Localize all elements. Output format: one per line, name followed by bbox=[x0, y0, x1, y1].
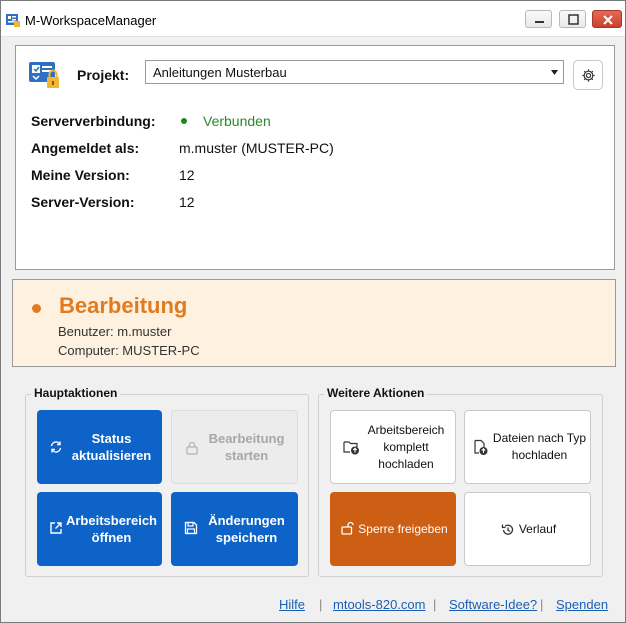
logged-in-value: m.muster (MUSTER-PC) bbox=[179, 140, 334, 156]
maximize-button[interactable] bbox=[559, 10, 586, 28]
site-link-wrap: mtools-820.com bbox=[333, 597, 425, 612]
upload-workspace-label-3: hochladen bbox=[378, 456, 434, 471]
open-workspace-label-1: Arbeitsbereich bbox=[65, 513, 158, 528]
maximize-icon bbox=[568, 14, 579, 25]
main-actions-title: Hauptaktionen bbox=[31, 386, 121, 400]
help-link[interactable]: Hilfe bbox=[279, 597, 305, 612]
logged-in-label: Angemeldet als: bbox=[31, 140, 140, 156]
donate-link[interactable]: Spenden bbox=[556, 597, 608, 612]
my-version-label: Meine Version: bbox=[31, 167, 130, 183]
edit-status-panel: Bearbeitung Benutzer: m.muster Computer:… bbox=[12, 279, 616, 367]
window-title: M-WorkspaceManager bbox=[25, 13, 157, 28]
footer-separator: | bbox=[540, 597, 544, 612]
idea-link-wrap: Software-Idee? bbox=[449, 597, 537, 612]
connection-status-value: Verbunden bbox=[203, 113, 271, 129]
edit-status-title: Bearbeitung bbox=[59, 293, 188, 318]
software-idea-link[interactable]: Software-Idee? bbox=[449, 597, 537, 612]
save-changes-label-1: Änderungen bbox=[208, 513, 285, 528]
chevron-down-icon bbox=[551, 70, 558, 75]
help-link-wrap: Hilfe bbox=[279, 597, 305, 612]
upload-workspace-label-1: Arbeitsbereich bbox=[367, 422, 445, 437]
upload-workspace-label-2: komplett bbox=[383, 439, 429, 454]
open-workspace-button[interactable]: Arbeitsbereich öffnen bbox=[37, 492, 162, 566]
start-editing-label-2: starten bbox=[224, 448, 269, 463]
folder-upload-icon bbox=[343, 441, 359, 455]
unlock-icon bbox=[341, 521, 354, 535]
connection-status-dot bbox=[181, 118, 187, 124]
upload-workspace-button[interactable]: Arbeitsbereich komplett hochladen bbox=[330, 410, 456, 484]
server-version-value: 12 bbox=[179, 194, 195, 210]
release-lock-button[interactable]: Sperre freigeben bbox=[330, 492, 456, 566]
project-label: Projekt: bbox=[77, 67, 130, 83]
close-icon bbox=[603, 15, 613, 25]
footer-separator: | bbox=[319, 597, 323, 612]
refresh-status-label-1: Status bbox=[91, 431, 132, 446]
server-connection-label: Serververbindung: bbox=[31, 113, 156, 129]
my-version-value: 12 bbox=[179, 167, 195, 183]
history-button[interactable]: Verlauf bbox=[464, 492, 591, 566]
edit-user: Benutzer: m.muster bbox=[58, 324, 172, 339]
file-upload-icon bbox=[474, 439, 488, 455]
website-link[interactable]: mtools-820.com bbox=[333, 597, 425, 612]
project-select-value: Anleitungen Musterbau bbox=[153, 65, 287, 80]
refresh-icon bbox=[50, 441, 62, 453]
project-select[interactable]: Anleitungen Musterbau bbox=[145, 60, 564, 84]
workspace-lock-icon bbox=[29, 62, 59, 88]
history-label: Verlauf bbox=[518, 521, 557, 536]
project-info-panel: Projekt: Anleitungen Musterbau Serverver… bbox=[15, 45, 615, 270]
close-button[interactable] bbox=[592, 10, 622, 28]
start-editing-label-1: Bearbeitung bbox=[208, 431, 285, 446]
save-icon bbox=[184, 521, 198, 535]
save-changes-button[interactable]: Änderungen speichern bbox=[171, 492, 298, 566]
edit-computer: Computer: MUSTER-PC bbox=[58, 343, 200, 358]
footer-separator: | bbox=[433, 597, 437, 612]
start-editing-button[interactable]: Bearbeitung starten bbox=[171, 410, 298, 484]
refresh-status-button[interactable]: Status aktualisieren bbox=[37, 410, 162, 484]
title-bar: M-WorkspaceManager bbox=[1, 1, 625, 37]
app-icon bbox=[6, 14, 20, 27]
server-version-label: Server-Version: bbox=[31, 194, 135, 210]
minimize-icon bbox=[535, 21, 544, 23]
more-actions-title: Weitere Aktionen bbox=[324, 386, 428, 400]
refresh-status-label-2: aktualisieren bbox=[71, 448, 152, 463]
lock-icon bbox=[186, 441, 198, 455]
release-lock-label: Sperre freigeben bbox=[358, 521, 448, 536]
open-workspace-label-2: öffnen bbox=[91, 530, 132, 545]
donate-link-wrap: Spenden bbox=[556, 597, 608, 612]
upload-by-type-label-1: Dateien nach Typ bbox=[492, 431, 587, 445]
history-icon bbox=[501, 524, 514, 535]
app-window: M-WorkspaceManager Projekt: Anleitungen … bbox=[0, 0, 626, 623]
save-changes-label-2: speichern bbox=[215, 530, 278, 545]
upload-by-type-label-2: hochladen bbox=[511, 448, 568, 462]
settings-button[interactable] bbox=[573, 60, 603, 90]
open-external-icon bbox=[50, 522, 62, 534]
gear-icon bbox=[582, 69, 595, 82]
minimize-button[interactable] bbox=[525, 10, 552, 28]
upload-by-type-button[interactable]: Dateien nach Typ hochladen bbox=[464, 410, 591, 484]
edit-status-dot bbox=[32, 304, 41, 313]
